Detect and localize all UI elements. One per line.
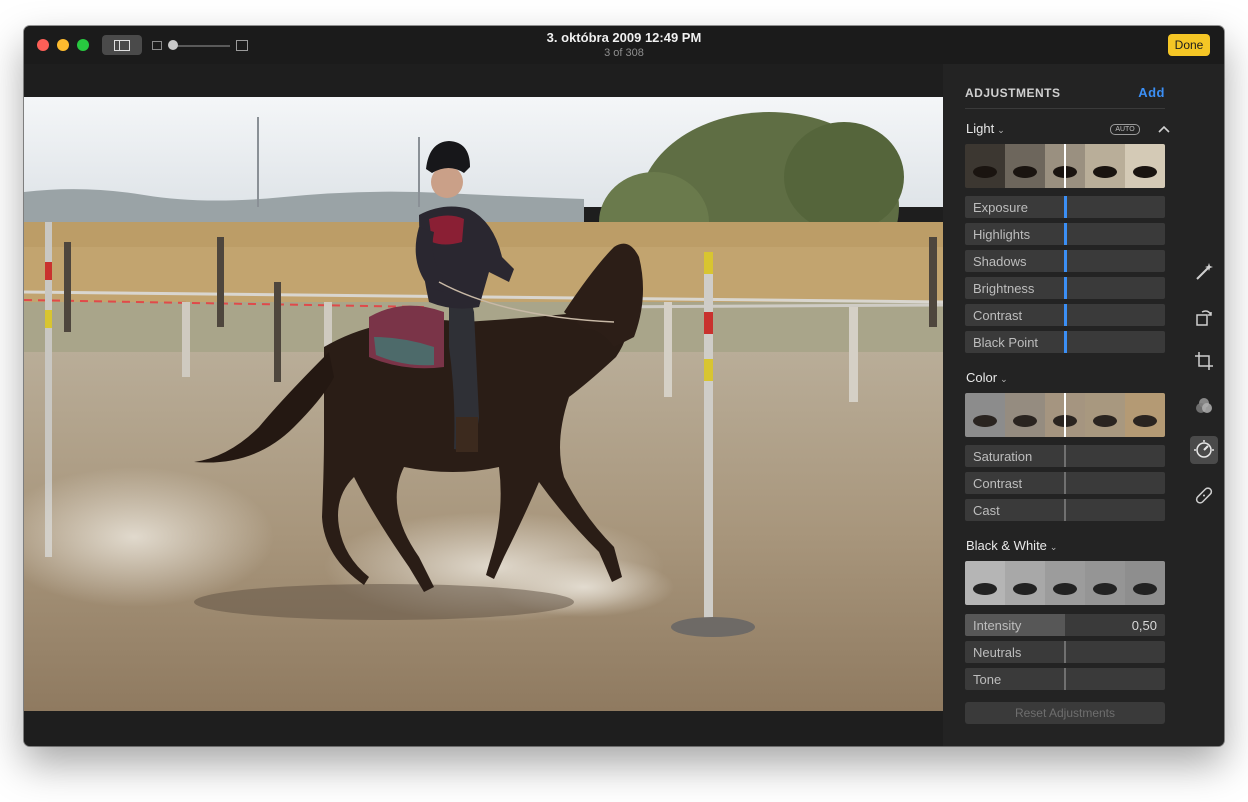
- retouch-icon: [1195, 487, 1213, 504]
- magic-wand-icon: [1196, 263, 1213, 280]
- filters-tool-button[interactable]: [1190, 392, 1218, 420]
- slider-label: Highlights: [973, 227, 1031, 242]
- filters-icon: [1196, 398, 1212, 413]
- add-adjustment-button[interactable]: Add: [1138, 85, 1165, 100]
- adjust-icon: [1194, 440, 1214, 458]
- reset-adjustments-button[interactable]: Reset Adjustments: [965, 702, 1165, 724]
- slider-marker[interactable]: [1064, 196, 1067, 218]
- slider-marker[interactable]: [1064, 250, 1067, 272]
- photo-horse-rider: [24, 97, 943, 711]
- slider-marker[interactable]: [1064, 668, 1066, 690]
- slider-marker[interactable]: [1064, 331, 1067, 353]
- saturation-slider[interactable]: Saturation: [965, 445, 1165, 467]
- cast-slider[interactable]: Cast: [965, 499, 1165, 521]
- slider-marker[interactable]: [1064, 277, 1067, 299]
- light-thumbnail-strip[interactable]: [965, 144, 1165, 188]
- enhance-tool-button[interactable]: [1190, 258, 1218, 286]
- slider-marker[interactable]: [1064, 223, 1067, 245]
- rotate-icon: [1196, 310, 1212, 326]
- slider-marker[interactable]: [1064, 641, 1066, 663]
- bw-thumbnail-strip[interactable]: [965, 561, 1165, 605]
- slider-label: Brightness: [973, 281, 1035, 296]
- slider-label: Tone: [973, 672, 1002, 687]
- retouch-tool-button[interactable]: [1190, 481, 1218, 509]
- window-title: 3. októbra 2009 12:49 PM: [546, 30, 702, 45]
- exposure-slider[interactable]: Exposure: [965, 196, 1165, 218]
- crop-tool-button[interactable]: [1190, 347, 1218, 375]
- slider-label: Neutrals: [973, 645, 1022, 660]
- title-bar: 3. októbra 2009 12:49 PM 3 of 308 Done: [24, 26, 1224, 65]
- color-section-title: Color: [966, 370, 998, 385]
- highlights-slider[interactable]: Highlights: [965, 223, 1165, 245]
- adjust-tool-button[interactable]: [1190, 436, 1218, 464]
- bw-section-title: Black & White: [966, 538, 1047, 553]
- tone-slider[interactable]: Tone: [965, 668, 1165, 690]
- slider-label: Saturation: [973, 449, 1033, 464]
- light-auto-button[interactable]: AUTO: [1110, 124, 1140, 135]
- slider-label: Intensity: [973, 618, 1022, 633]
- chevron-down-icon: ⌄: [997, 125, 1005, 135]
- bw-section-header[interactable]: Black & White ⌄: [966, 538, 1057, 553]
- photo-viewer: [24, 64, 943, 746]
- slider-label: Exposure: [973, 200, 1028, 215]
- brightness-slider[interactable]: Brightness: [965, 277, 1165, 299]
- divider: [965, 108, 1165, 109]
- adjustments-header: ADJUSTMENTS Add: [965, 84, 1165, 104]
- shadows-slider[interactable]: Shadows: [965, 250, 1165, 272]
- slider-label: Shadows: [973, 254, 1027, 269]
- rotate-tool-button[interactable]: [1190, 303, 1218, 331]
- adjustments-title: ADJUSTMENTS: [965, 86, 1061, 100]
- slider-marker[interactable]: [1064, 472, 1066, 494]
- adjustments-panel: ADJUSTMENTS Add Light ⌄ AUTO Exposure Hi…: [943, 64, 1224, 746]
- photo-counter: 3 of 308: [604, 47, 644, 59]
- contrast-slider[interactable]: Contrast: [965, 304, 1165, 326]
- slider-marker[interactable]: [1064, 304, 1067, 326]
- color-contrast-slider[interactable]: Contrast: [965, 472, 1165, 494]
- done-button[interactable]: Done: [1168, 34, 1210, 56]
- light-section-title: Light: [966, 121, 995, 136]
- color-section-header[interactable]: Color ⌄: [966, 370, 1008, 385]
- black-point-slider[interactable]: Black Point: [965, 331, 1165, 353]
- chevron-down-icon: ⌄: [1000, 374, 1008, 384]
- color-thumbnail-strip[interactable]: [965, 393, 1165, 437]
- slider-marker[interactable]: [1064, 445, 1066, 467]
- slider-marker[interactable]: [1064, 499, 1066, 521]
- slider-label: Cast: [973, 503, 1000, 518]
- chevron-down-icon: ⌄: [1049, 542, 1058, 552]
- collapse-chevron-up-icon[interactable]: [1157, 123, 1171, 135]
- light-section-header[interactable]: Light ⌄: [966, 121, 1005, 136]
- slider-label: Contrast: [973, 308, 1023, 323]
- neutrals-slider[interactable]: Neutrals: [965, 641, 1165, 663]
- slider-label: Black Point: [973, 335, 1039, 350]
- photos-edit-window: 3. októbra 2009 12:49 PM 3 of 308 Done A…: [24, 26, 1224, 746]
- slider-label: Contrast: [973, 476, 1023, 491]
- intensity-slider[interactable]: Intensity 0,50: [965, 614, 1165, 636]
- slider-value: 0,50: [1131, 618, 1157, 633]
- crop-icon: [1195, 352, 1213, 370]
